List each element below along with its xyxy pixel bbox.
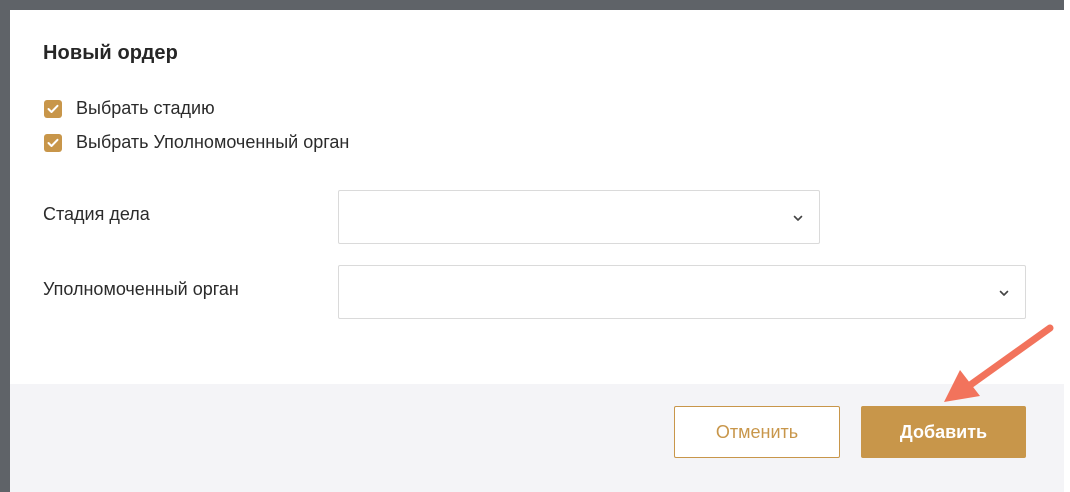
chevron-down-icon [793, 215, 803, 221]
select-stage-checkbox[interactable] [44, 99, 62, 118]
page: Новый ордер Выбрать стадию Выбрать Уполн… [0, 0, 1070, 492]
option-select-authority[interactable]: Выбрать Уполномоченный орган [44, 132, 349, 153]
background-window-edge-left [0, 0, 10, 492]
cancel-button[interactable]: Отменить [674, 406, 840, 458]
option-select-stage[interactable]: Выбрать стадию [44, 98, 215, 119]
chevron-down-icon [999, 290, 1009, 296]
select-stage-label: Выбрать стадию [76, 98, 215, 118]
select-authority-checkbox[interactable] [44, 133, 62, 152]
right-edge [1064, 0, 1070, 492]
checkmark-icon [47, 104, 59, 113]
authority-select[interactable] [338, 265, 1026, 319]
stage-select[interactable] [338, 190, 820, 244]
arrow-annotation-icon [944, 324, 1054, 402]
select-authority-label: Выбрать Уполномоченный орган [76, 132, 350, 152]
modal-title: Новый ордер [43, 42, 178, 64]
add-button[interactable]: Добавить [861, 406, 1026, 458]
authority-field-label: Уполномоченный орган [43, 279, 239, 299]
checkmark-icon [47, 138, 59, 147]
stage-field-label: Стадия дела [43, 204, 150, 224]
background-window-edge [0, 0, 1070, 10]
